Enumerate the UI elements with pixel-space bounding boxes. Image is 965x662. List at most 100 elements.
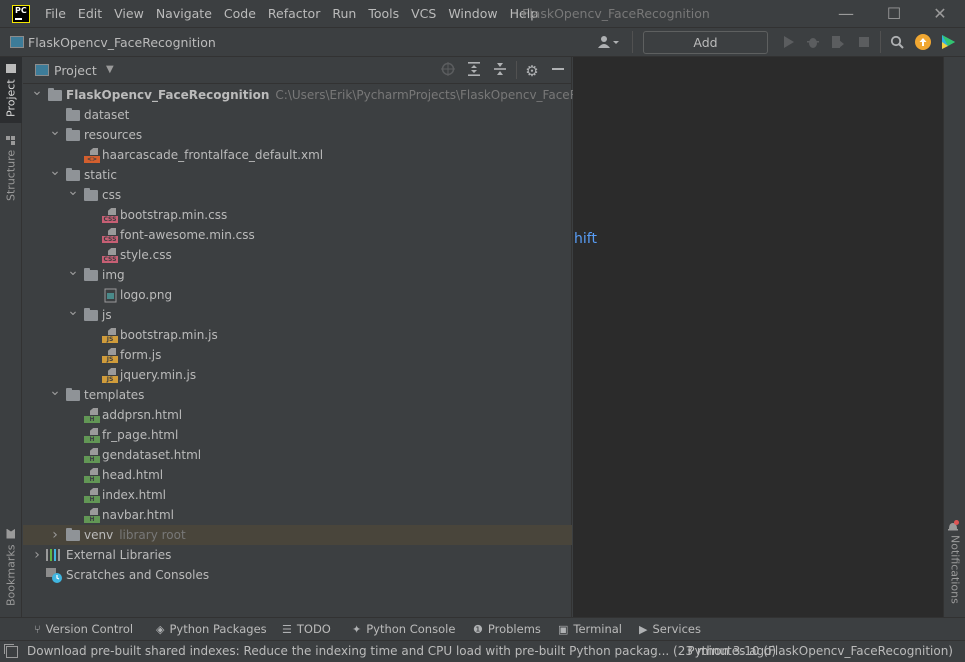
tree-item[interactable]: Haddprsn.html: [23, 405, 572, 425]
menu-run[interactable]: Run: [332, 6, 356, 21]
tree-item[interactable]: <> haarcascade_frontalface_default.xml: [23, 145, 572, 165]
chevron-right-icon[interactable]: ›: [49, 525, 61, 545]
debug-icon[interactable]: [806, 35, 820, 49]
tree-item[interactable]: Hnavbar.html: [23, 505, 572, 525]
folder-icon: [84, 268, 98, 281]
tree-item[interactable]: Hgendataset.html: [23, 445, 572, 465]
toolbox-icon[interactable]: [940, 34, 956, 50]
menu-vcs[interactable]: VCS: [411, 6, 436, 21]
menu-window[interactable]: Window: [448, 6, 497, 21]
tree-item[interactable]: JS form.js: [23, 345, 572, 365]
tool-tab-label: Services: [652, 622, 701, 636]
tree-item-label: addprsn.html: [102, 408, 183, 422]
tree-item[interactable]: Hhead.html: [23, 465, 572, 485]
status-bar: Download pre-built shared indexes: Reduc…: [0, 640, 965, 662]
libraries-icon: [46, 549, 62, 561]
tool-tab-version-control[interactable]: ⑂ Version Control: [34, 622, 133, 636]
css-file-icon: CSS: [102, 228, 118, 243]
tool-tab-label: Python Packages: [169, 622, 267, 636]
tree-item[interactable]: dataset: [23, 105, 572, 125]
add-configuration-button[interactable]: Add Configuration...: [643, 31, 768, 71]
tab-project[interactable]: Project: [0, 57, 22, 123]
tree-item[interactable]: ⌄ static: [23, 163, 572, 185]
tree-item-path: library root: [119, 528, 186, 542]
menu-code[interactable]: Code: [224, 6, 256, 21]
gear-icon[interactable]: ⚙: [524, 62, 540, 80]
tree-item-label: form.js: [120, 348, 162, 362]
breadcrumb-project[interactable]: FlaskOpencv_FaceRecognition: [28, 35, 216, 50]
version-control-icon: ⑂: [34, 622, 41, 636]
chevron-down-icon[interactable]: ⌄: [67, 261, 79, 281]
tree-item[interactable]: Hindex.html: [23, 485, 572, 505]
user-icon[interactable]: [598, 35, 620, 53]
chevron-down-icon[interactable]: ⌄: [31, 81, 43, 101]
project-view-icon: [35, 64, 49, 76]
tool-tab-problems[interactable]: ❶ Problems: [473, 622, 541, 636]
update-icon[interactable]: [915, 34, 931, 50]
tree-item[interactable]: ⌄ templates: [23, 383, 572, 405]
project-view-title[interactable]: Project: [54, 63, 97, 78]
menu-navigate[interactable]: Navigate: [156, 6, 212, 21]
tree-item[interactable]: Scratches and Consoles: [23, 565, 572, 585]
tree-item[interactable]: CSS font-awesome.min.css: [23, 225, 572, 245]
navigation-bar: FlaskOpencv_FaceRecognition Add Configur…: [0, 28, 965, 71]
tree-item-label: Scratches and Consoles: [66, 568, 210, 582]
chevron-down-icon[interactable]: ⌄: [49, 121, 61, 141]
tree-item[interactable]: CSS bootstrap.min.css: [23, 205, 572, 225]
maximize-button[interactable]: ☐: [884, 4, 904, 24]
chevron-down-icon[interactable]: ⌄: [49, 381, 61, 401]
tree-item[interactable]: JS bootstrap.min.js: [23, 325, 572, 345]
right-tool-stripe: Notifications: [943, 57, 965, 617]
view-dropdown-icon[interactable]: ▼: [106, 64, 114, 75]
js-file-icon: JS: [102, 328, 118, 343]
tree-item[interactable]: ⌄ img: [23, 263, 572, 285]
tab-bookmarks[interactable]: Bookmarks: [0, 527, 22, 612]
scratches-icon: [46, 568, 62, 583]
coverage-icon[interactable]: [831, 35, 845, 49]
chevron-right-icon[interactable]: ›: [31, 545, 43, 565]
html-file-icon: H: [84, 488, 100, 503]
menu-file[interactable]: File: [45, 6, 66, 21]
python-interpreter[interactable]: Python 3.10 (FlaskOpencv_FaceRecognition…: [687, 644, 953, 658]
expand-all-icon[interactable]: [466, 62, 482, 80]
tree-item-label: index.html: [102, 488, 166, 502]
menu-view[interactable]: View: [114, 6, 144, 21]
status-message[interactable]: Download pre-built shared indexes: Reduc…: [27, 644, 776, 658]
menu-tools[interactable]: Tools: [368, 6, 399, 21]
editor-hint-text[interactable]: hift: [574, 231, 597, 247]
tool-tab-todo[interactable]: ☰ TODO: [282, 622, 331, 636]
menu-refactor[interactable]: Refactor: [268, 6, 320, 21]
tab-notifications[interactable]: Notifications: [944, 520, 965, 605]
tool-tab-services[interactable]: ▶ Services: [639, 622, 701, 636]
tree-item[interactable]: ⌄ resources: [23, 123, 572, 145]
hide-icon[interactable]: [550, 62, 566, 80]
stop-icon[interactable]: [857, 35, 871, 49]
tool-tab-python-console[interactable]: ✦ Python Console: [352, 622, 455, 636]
tree-item[interactable]: JS jquery.min.js: [23, 365, 572, 385]
tree-item[interactable]: ⌄ FlaskOpencv_FaceRecognition C:\Users\Eri…: [23, 83, 640, 105]
minimize-button[interactable]: —: [836, 4, 856, 24]
run-icon[interactable]: [782, 35, 796, 49]
tree-item[interactable]: Hfr_page.html: [23, 425, 572, 445]
editor-area[interactable]: hift: [573, 57, 943, 617]
locate-icon[interactable]: [440, 62, 456, 80]
menu-edit[interactable]: Edit: [78, 6, 102, 21]
tree-item[interactable]: › venv library root: [23, 525, 572, 545]
tree-item-label: bootstrap.min.js: [120, 328, 218, 342]
tool-tab-terminal[interactable]: ▣ Terminal: [558, 622, 622, 636]
tool-tab-python-packages[interactable]: ◈ Python Packages: [156, 622, 267, 636]
chevron-down-icon[interactable]: ⌄: [67, 181, 79, 201]
tab-structure[interactable]: Structure: [0, 132, 22, 207]
tree-item[interactable]: › External Libraries: [23, 545, 572, 565]
folder-icon: [48, 88, 62, 101]
tree-item[interactable]: ⌄ css: [23, 183, 572, 205]
collapse-all-icon[interactable]: [492, 62, 508, 80]
search-icon[interactable]: [890, 35, 904, 49]
tree-item[interactable]: ⌄ js: [23, 303, 572, 325]
toggle-tool-windows-icon[interactable]: [4, 644, 18, 658]
chevron-down-icon[interactable]: ⌄: [67, 301, 79, 321]
close-button[interactable]: ✕: [930, 4, 950, 24]
tree-item[interactable]: logo.png: [23, 285, 572, 305]
chevron-down-icon[interactable]: ⌄: [49, 161, 61, 181]
tree-item[interactable]: CSS style.css: [23, 245, 572, 265]
